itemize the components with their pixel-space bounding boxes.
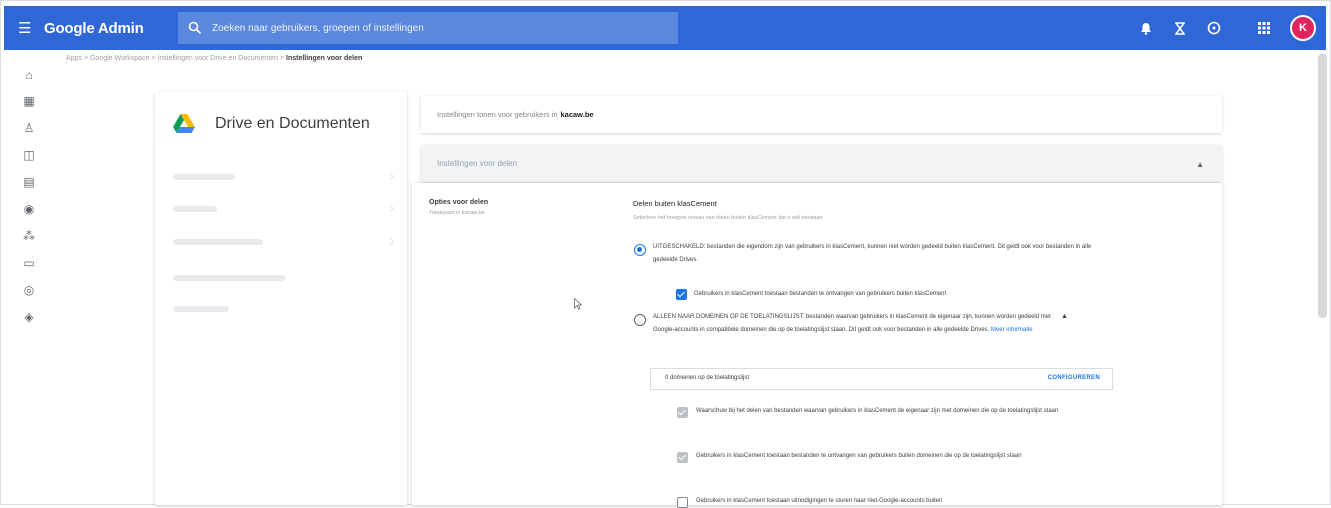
security-icon[interactable]: ◈ — [22, 310, 36, 324]
sharing-outside-title: Delen buiten klasCement — [633, 199, 717, 208]
section-header[interactable]: Instellingen voor delen ▲ — [421, 145, 1222, 182]
apps-icon[interactable]: ⁂ — [22, 229, 36, 243]
radio-off[interactable] — [634, 244, 646, 256]
breadcrumb-item[interactable]: Google Workspace — [90, 55, 149, 62]
sharing-outside-subtitle: Selecteer het hoogste niveau van delen b… — [633, 215, 823, 221]
search-box[interactable]: Zoeken naar gebruikers, groepen of inste… — [178, 12, 678, 44]
dashboard-icon[interactable]: ▦ — [22, 94, 36, 108]
settings-scope-domain: kacaw.be — [560, 110, 594, 119]
checkbox-invite-non-google[interactable] — [677, 497, 688, 508]
allowlist-row[interactable]: 0 domeinen op de toelatingslijst CONFIGU… — [650, 368, 1113, 390]
radio-off-label: UITGESCHAKELD: bestanden die eigendom zi… — [653, 244, 1092, 263]
checkbox-receive-files[interactable] — [676, 289, 687, 300]
learn-more-link[interactable]: Meer informatie — [991, 327, 1033, 333]
drive-logo-icon — [173, 114, 195, 133]
devices-icon[interactable]: ◉ — [22, 202, 36, 216]
scrollbar[interactable] — [1318, 54, 1327, 318]
checkbox-warn-sharing[interactable] — [677, 407, 688, 418]
checkbox-receive-allowlisted[interactable] — [677, 452, 688, 463]
breadcrumb-current: Instellingen voor delen — [286, 55, 363, 62]
nav-rail: ⌂ ▦ ♙ ◫ ▤ ◉ ⁂ ▭ ◎ ◈ — [4, 50, 52, 505]
settings-scope-card[interactable]: Instellingen tonen voor gebruikers in ka… — [421, 96, 1222, 133]
search-input[interactable]: Zoeken naar gebruikers, groepen of inste… — [212, 23, 424, 34]
service-card: Drive en Documenten — [155, 92, 407, 505]
help-icon[interactable] — [1206, 20, 1222, 36]
bell-icon[interactable] — [1138, 20, 1154, 36]
chevron-right-icon — [386, 204, 395, 213]
options-title: Opties voor delen — [429, 199, 489, 206]
apps-grid-icon[interactable] — [1256, 20, 1272, 36]
groups-icon[interactable]: ◫ — [22, 148, 36, 162]
nav-placeholder — [173, 306, 229, 312]
chevron-up-icon[interactable]: ▲ — [1061, 313, 1068, 320]
top-app-bar: ☰ Google Admin Zoeken naar gebruikers, g… — [4, 6, 1326, 50]
breadcrumb: Apps > Google Workspace > Instellingen v… — [66, 55, 362, 62]
mouse-cursor-icon — [574, 298, 582, 310]
menu-icon[interactable]: ☰ — [18, 21, 38, 36]
breadcrumb-separator: > — [279, 55, 285, 62]
radio-allowlist[interactable] — [634, 314, 646, 326]
app-logo[interactable]: Google Admin — [44, 20, 144, 37]
account-icon[interactable]: ◎ — [22, 283, 36, 297]
chevron-right-icon — [386, 237, 395, 246]
chevron-right-icon — [386, 172, 395, 181]
breadcrumb-item[interactable]: Instellingen voor Drive en Documenten — [157, 55, 278, 62]
users-icon[interactable]: ♙ — [22, 121, 36, 135]
breadcrumb-separator: > — [83, 55, 89, 62]
hourglass-icon[interactable] — [1172, 20, 1188, 36]
radio-allowlist-label: ALLEEN NAAR DOMEINEN OP DE TOELATINGSLIJ… — [653, 311, 1057, 337]
nav-placeholder — [173, 206, 217, 212]
service-title: Drive en Documenten — [215, 115, 370, 132]
breadcrumb-separator: > — [151, 55, 156, 62]
billing-icon[interactable]: ▭ — [22, 256, 36, 270]
nav-placeholder — [173, 275, 285, 281]
home-icon[interactable]: ⌂ — [22, 68, 36, 82]
breadcrumb-item[interactable]: Apps — [66, 55, 82, 62]
top-actions: K — [1138, 6, 1316, 50]
search-icon — [188, 21, 202, 35]
checkbox-receive-allowlisted-label: Gebruikers in klasCement toestaan bestan… — [696, 453, 1022, 459]
checkbox-receive-files-label: Gebruikers in klasCement toestaan bestan… — [694, 291, 947, 297]
chevron-up-icon[interactable]: ▲ — [1196, 160, 1204, 169]
checkbox-invite-non-google-label: Gebruikers in klasCement toestaan uitnod… — [696, 498, 943, 504]
buildings-icon[interactable]: ▤ — [22, 175, 36, 189]
settings-scope-label: Instellingen tonen voor gebruikers in — [437, 110, 558, 119]
options-subtitle: Toegepast in kacaw.be — [429, 210, 485, 216]
allowlist-count: 0 domeinen op de toelatingslijst — [665, 375, 750, 381]
section-title: Instellingen voor delen — [437, 159, 518, 168]
checkbox-warn-sharing-label: Waarschuw bij het delen van bestanden wa… — [696, 408, 1059, 414]
nav-placeholder — [173, 239, 263, 245]
configure-button[interactable]: CONFIGUREREN — [1048, 375, 1100, 381]
nav-placeholder — [173, 174, 235, 180]
avatar[interactable]: K — [1290, 15, 1316, 41]
